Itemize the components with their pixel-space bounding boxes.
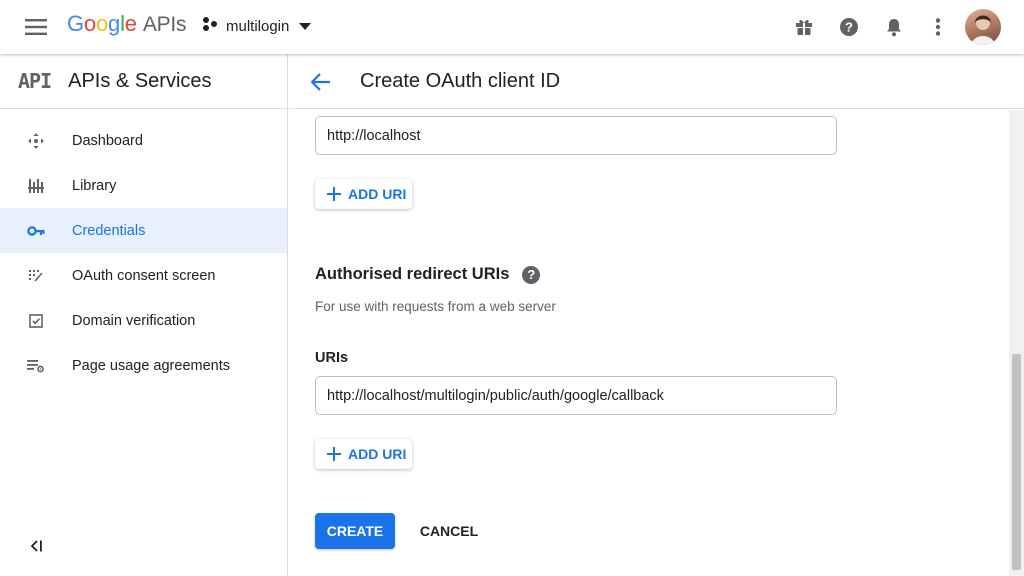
add-origin-uri-button[interactable]: ADD URI: [315, 179, 412, 209]
sidebar-item-label: Credentials: [72, 222, 146, 239]
sidebar-item-oauth-consent-screen[interactable]: OAuth consent screen: [0, 253, 287, 298]
google-apis-logo[interactable]: Google APIs: [67, 11, 187, 37]
sidebar-item-label: OAuth consent screen: [72, 267, 216, 284]
sidebar: API APIs & Services Dashboard Library Cr…: [0, 54, 288, 576]
sidebar-item-page-usage-agreements[interactable]: Page usage agreements: [0, 343, 287, 388]
sidebar-item-label: Page usage agreements: [72, 357, 230, 374]
page-title: Create OAuth client ID: [360, 70, 561, 92]
uris-label: URIs: [315, 350, 349, 366]
consent-icon: [26, 266, 46, 286]
section-title-text: Authorised redirect URIs: [315, 265, 510, 283]
plus-icon: [326, 186, 342, 202]
sidebar-item-dashboard[interactable]: Dashboard: [0, 118, 287, 163]
project-name: multilogin: [226, 18, 290, 35]
help-icon[interactable]: ?: [522, 265, 541, 284]
arrow-back-icon[interactable]: [309, 70, 333, 94]
help-icon[interactable]: ?: [838, 16, 860, 38]
cancel-button[interactable]: CANCEL: [409, 513, 489, 549]
redirect-uri-input[interactable]: [315, 376, 837, 415]
top-app-bar: Google APIs multilogin ?: [0, 0, 1024, 54]
create-button[interactable]: CREATE: [315, 513, 395, 549]
key-icon: [26, 221, 46, 241]
add-uri-label: ADD URI: [348, 446, 407, 462]
menu-icon[interactable]: [22, 15, 50, 39]
redirect-uris-heading: Authorised redirect URIs ?: [315, 265, 541, 284]
dashboard-icon: [26, 131, 46, 151]
sidebar-title: APIs & Services: [68, 69, 212, 92]
chevron-down-icon: [299, 18, 312, 36]
sidebar-header: API APIs & Services: [0, 54, 287, 109]
svg-text:?: ?: [845, 20, 853, 35]
user-avatar[interactable]: [965, 9, 1001, 45]
logo-apis-text: APIs: [142, 13, 187, 36]
settings-list-icon: [26, 356, 46, 376]
sidebar-item-credentials[interactable]: Credentials: [0, 208, 287, 253]
library-icon: [26, 176, 46, 196]
scrollbar-thumb[interactable]: [1012, 354, 1021, 570]
notifications-icon[interactable]: [883, 16, 905, 38]
sidebar-item-label: Domain verification: [72, 312, 196, 329]
origin-uri-input[interactable]: [315, 116, 837, 155]
sidebar-item-label: Library: [72, 177, 117, 194]
sidebar-nav: Dashboard Library Credentials OAuth cons…: [0, 118, 287, 388]
redirect-uris-description: For use with requests from a web server: [315, 299, 556, 314]
add-redirect-uri-button[interactable]: ADD URI: [315, 439, 412, 469]
plus-icon: [326, 446, 342, 462]
more-vert-icon[interactable]: [927, 16, 949, 38]
collapse-sidebar-icon[interactable]: [26, 536, 46, 556]
project-selector[interactable]: multilogin: [202, 16, 312, 37]
project-icon: [202, 16, 218, 37]
add-uri-label: ADD URI: [348, 186, 407, 202]
sidebar-item-domain-verification[interactable]: Domain verification: [0, 298, 287, 343]
page-header: Create OAuth client ID: [289, 54, 1024, 109]
sidebar-item-label: Dashboard: [72, 132, 143, 149]
checkbox-icon: [26, 311, 46, 331]
api-logo: API: [18, 69, 52, 93]
scrollbar[interactable]: [1009, 110, 1024, 576]
form-content: ADD URI Authorised redirect URIs ? For u…: [289, 110, 1009, 576]
gift-icon[interactable]: [793, 16, 815, 38]
sidebar-item-library[interactable]: Library: [0, 163, 287, 208]
